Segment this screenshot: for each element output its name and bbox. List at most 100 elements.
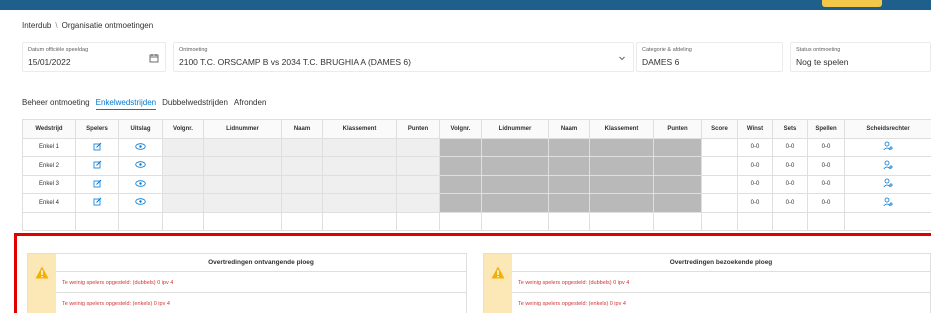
cell-home-volgnr [162,174,204,194]
cell-away-naam [548,174,590,194]
cell-away-klassement [589,174,654,194]
col-header-away-volgnr: Volgnr. [439,119,482,139]
breadcrumb-root[interactable]: Interdub [22,21,51,30]
table-cell-empty [162,211,204,231]
cell-home-klassement [322,137,397,157]
away-violations-panel: Overtredingen bezoekende ploeg Te weinig… [483,253,931,313]
add-person-icon[interactable] [844,174,931,194]
breadcrumb: Interdub \ Organisatie ontmoetingen [22,21,153,30]
away-violation-item: Te weinig spelers opgesteld: (enkels) 0 … [518,301,626,307]
top-bar-accent [822,0,882,7]
cell-away-volgnr [439,174,482,194]
table-cell-empty [22,211,76,231]
view-icon[interactable] [118,174,163,194]
cell-away-volgnr [439,156,482,176]
match-select[interactable]: Ontmoeting 2100 T.C. ORSCAMP B vs 2034 T… [173,42,634,72]
col-header-away-klassement: Klassement [589,119,654,139]
tab-beheer-ontmoeting[interactable]: Beheer ontmoeting [22,98,90,110]
col-header-spelers: Spelers [75,119,119,139]
cell-home-klassement [322,156,397,176]
table-row: Enkel 4 0-0 0-0 0-0 [22,193,931,213]
category-field-label: Categorie & afdeling [642,47,692,53]
away-violations-title: Overtredingen bezoekende ploeg [512,254,930,272]
cell-spellen: 0-0 [807,174,845,194]
cell-wedstrijd: Enkel 4 [22,193,76,213]
table-cell-empty [322,211,397,231]
match-select-label: Ontmoeting [179,47,208,53]
warning-icon [28,254,56,313]
cell-home-lidnummer [203,174,282,194]
cell-wedstrijd: Enkel 2 [22,156,76,176]
home-violations-panel: Overtredingen ontvangende ploeg Te weini… [27,253,467,313]
edit-icon[interactable] [75,137,119,157]
cell-score [701,174,738,194]
table-cell-empty [589,211,654,231]
table-cell-empty [203,211,282,231]
cell-winst: 0-0 [737,193,773,213]
table-row-empty [22,211,931,231]
add-person-icon[interactable] [844,137,931,157]
cell-wedstrijd: Enkel 1 [22,137,76,157]
cell-away-lidnummer [481,174,549,194]
table-row: Enkel 1 0-0 0-0 0-0 [22,137,931,157]
date-field[interactable]: Datum officiële speeldag 15/01/2022 [22,42,166,72]
col-header-score: Score [701,119,738,139]
table-cell-empty [75,211,119,231]
away-violation-item: Te weinig spelers opgesteld: (dubbels) 0… [512,273,930,293]
view-icon[interactable] [118,137,163,157]
tab-bar: Beheer ontmoeting Enkelwedstrijden Dubbe… [22,98,266,110]
table-cell-empty [737,211,773,231]
cell-home-naam [281,137,323,157]
cell-away-punten [653,156,702,176]
edit-icon[interactable] [75,156,119,176]
tab-dubbelwedstrijden[interactable]: Dubbelwedstrijden [162,98,228,110]
edit-icon[interactable] [75,193,119,213]
cell-away-naam [548,193,590,213]
cell-home-naam [281,174,323,194]
col-header-home-punten: Punten [396,119,440,139]
col-header-wedstrijd: Wedstrijd [22,119,76,139]
view-icon[interactable] [118,193,163,213]
edit-icon[interactable] [75,174,119,194]
cell-sets: 0-0 [772,156,808,176]
status-field-label: Status ontmoeting [796,47,841,53]
cell-home-klassement [322,174,397,194]
tab-afronden[interactable]: Afronden [234,98,266,110]
view-icon[interactable] [118,156,163,176]
col-header-sets: Sets [772,119,808,139]
tab-enkelwedstrijden[interactable]: Enkelwedstrijden [95,98,157,110]
cell-home-volgnr [162,156,204,176]
home-violation-item: Te weinig spelers opgesteld: (dubbels) 0… [56,273,466,293]
cell-spellen: 0-0 [807,156,845,176]
cell-away-klassement [589,193,654,213]
cell-spellen: 0-0 [807,137,845,157]
cell-home-naam [281,193,323,213]
warning-icon [484,254,512,313]
home-violation-item: Te weinig spelers opgesteld: (enkels) 0 … [62,301,170,307]
cell-away-lidnummer [481,137,549,157]
col-header-home-volgnr: Volgnr. [162,119,204,139]
breadcrumb-current: Organisatie ontmoetingen [61,21,154,30]
calendar-icon[interactable] [147,51,161,65]
chevron-down-icon[interactable] [615,51,629,65]
add-person-icon[interactable] [844,193,931,213]
col-header-home-lidnummer: Lidnummer [203,119,282,139]
table-header-row: Wedstrijd Spelers Uitslag Volgnr. Lidnum… [22,119,931,139]
cell-score [701,193,738,213]
cell-sets: 0-0 [772,193,808,213]
col-header-away-punten: Punten [653,119,702,139]
table-cell-empty [439,211,482,231]
add-person-icon[interactable] [844,156,931,176]
cell-home-punten [396,174,440,194]
singles-table: Wedstrijd Spelers Uitslag Volgnr. Lidnum… [22,119,931,231]
cell-wedstrijd: Enkel 3 [22,174,76,194]
cell-away-punten [653,137,702,157]
table-row: Enkel 2 0-0 0-0 0-0 [22,156,931,176]
table-row: Enkel 3 0-0 0-0 0-0 [22,174,931,194]
cell-away-naam [548,156,590,176]
cell-home-punten [396,137,440,157]
table-cell-empty [281,211,323,231]
col-header-away-naam: Naam [548,119,590,139]
cell-home-punten [396,156,440,176]
cell-score [701,137,738,157]
